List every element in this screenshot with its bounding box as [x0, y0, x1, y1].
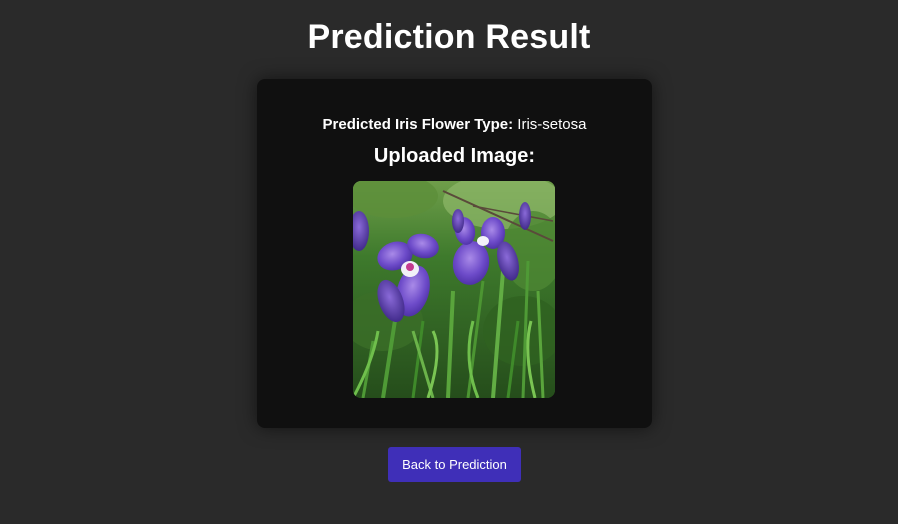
prediction-result-page: Prediction Result Predicted Iris Flower … — [0, 0, 898, 524]
prediction-line: Predicted Iris Flower Type: Iris-setosa — [257, 116, 652, 133]
page-title: Prediction Result — [307, 18, 591, 56]
prediction-label: Predicted Iris Flower Type: — [322, 116, 514, 133]
prediction-value: Iris-setosa — [517, 116, 587, 133]
uploaded-image-heading: Uploaded Image: — [373, 145, 536, 167]
back-to-prediction-button[interactable]: Back to Prediction — [388, 447, 521, 482]
uploaded-flower-image — [353, 181, 555, 398]
result-card: Predicted Iris Flower Type: Iris-setosa … — [257, 79, 652, 428]
